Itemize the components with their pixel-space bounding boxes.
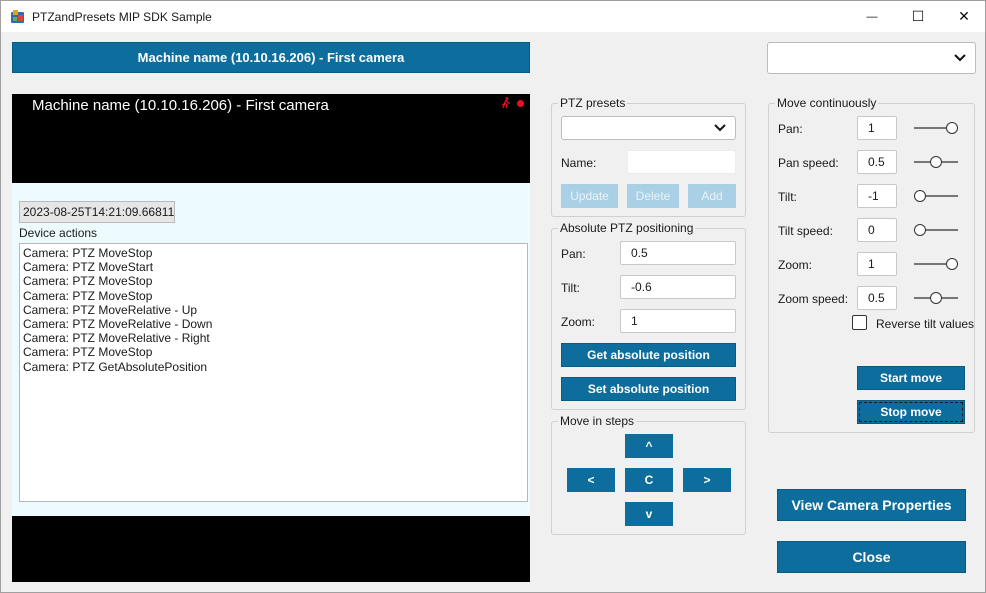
camera-select-button[interactable]: Machine name (10.10.16.206) - First came… [12,42,530,73]
video-title: Machine name (10.10.16.206) - First came… [32,97,329,114]
preset-name-label: Name: [561,156,597,170]
slider-thumb[interactable] [914,190,926,202]
title-bar: PTZandPresets MIP SDK Sample — ☐ ✕ [1,1,985,32]
step-center-button[interactable]: C [625,468,673,492]
slider-thumb[interactable] [946,258,958,270]
cont-pan-speed-slider[interactable] [914,155,958,169]
reverse-tilt-label: Reverse tilt values [876,317,975,331]
update-button[interactable]: Update [561,184,618,208]
list-item[interactable]: Camera: PTZ MoveStop [23,246,524,260]
cont-tilt-speed-input[interactable]: 0 [857,218,897,242]
abs-tilt-input[interactable]: -0.6 [620,275,736,299]
delete-button[interactable]: Delete [627,184,679,208]
recording-indicator [517,100,524,107]
list-item[interactable]: Camera: PTZ MoveRelative - Right [23,331,524,345]
add-button[interactable]: Add [688,184,736,208]
abs-zoom-input[interactable]: 1 [620,309,736,333]
cont-tilt-input[interactable]: -1 [857,184,897,208]
close-button[interactable]: Close [777,541,966,573]
device-actions-label: Device actions [19,226,98,240]
cont-pan-slider[interactable] [914,121,958,135]
step-up-button[interactable]: ^ [625,434,673,458]
reverse-tilt-checkbox[interactable] [852,315,867,330]
minimize-button[interactable]: — [849,1,895,32]
move-continuously-title: Move continuously [775,96,879,110]
maximize-icon: ☐ [911,8,925,24]
app-icon [11,10,24,23]
cont-tilt-slider[interactable] [914,189,958,203]
cont-zoom-speed-label: Zoom speed: [778,292,849,306]
cont-zoom-slider[interactable] [914,257,958,271]
chevron-down-icon [954,54,966,62]
abs-zoom-label: Zoom: [561,315,596,329]
abs-tilt-label: Tilt: [561,281,580,295]
list-item[interactable]: Camera: PTZ MoveStop [23,289,524,303]
step-right-button[interactable]: > [683,468,731,492]
motion-indicator-icon [501,97,510,109]
app-window: PTZandPresets MIP SDK Sample — ☐ ✕ Machi… [0,0,986,593]
list-item[interactable]: Camera: PTZ MoveStop [23,345,524,359]
cont-tilt-speed-label: Tilt speed: [778,224,833,238]
start-move-button[interactable]: Start move [857,366,965,390]
get-absolute-position-button[interactable]: Get absolute position [561,343,736,367]
view-camera-properties-button[interactable]: View Camera Properties [777,489,966,521]
absolute-ptz-title: Absolute PTZ positioning [558,221,696,235]
stop-move-button[interactable]: Stop move [857,400,965,424]
cont-pan-speed-label: Pan speed: [778,156,839,170]
preset-name-input[interactable] [627,150,736,174]
cont-pan-speed-input[interactable]: 0.5 [857,150,897,174]
slider-thumb[interactable] [930,156,942,168]
list-item[interactable]: Camera: PTZ GetAbsolutePosition [23,360,524,374]
cont-tilt-speed-slider[interactable] [914,223,958,237]
device-actions-panel: 2023-08-25T14:21:09.66811. Device action… [12,183,530,516]
cont-pan-input[interactable]: 1 [857,116,897,140]
window-title: PTZandPresets MIP SDK Sample [32,10,212,24]
cont-zoom-input[interactable]: 1 [857,252,897,276]
cont-pan-label: Pan: [778,122,803,136]
cont-tilt-label: Tilt: [778,190,797,204]
list-item[interactable]: Camera: PTZ MoveRelative - Down [23,317,524,331]
top-right-dropdown[interactable] [767,42,976,74]
close-icon: ✕ [958,8,970,24]
maximize-button[interactable]: ☐ [895,1,941,32]
slider-thumb[interactable] [914,224,926,236]
set-absolute-position-button[interactable]: Set absolute position [561,377,736,401]
ptz-presets-title: PTZ presets [558,96,628,110]
timestamp-field: 2023-08-25T14:21:09.66811. [19,201,175,223]
step-left-button[interactable]: < [567,468,615,492]
move-in-steps-title: Move in steps [558,414,637,428]
cont-zoom-speed-slider[interactable] [914,291,958,305]
list-item[interactable]: Camera: PTZ MoveStart [23,260,524,274]
close-window-button[interactable]: ✕ [941,1,986,32]
list-item[interactable]: Camera: PTZ MoveStop [23,274,524,288]
video-viewer[interactable]: Machine name (10.10.16.206) - First came… [12,94,530,582]
slider-thumb[interactable] [930,292,942,304]
list-item[interactable]: Camera: PTZ MoveRelative - Up [23,303,524,317]
cont-zoom-label: Zoom: [778,258,813,272]
cont-zoom-speed-input[interactable]: 0.5 [857,286,897,310]
step-down-button[interactable]: v [625,502,673,526]
chevron-down-icon [714,124,726,132]
preset-dropdown[interactable] [561,116,736,140]
abs-pan-label: Pan: [561,247,586,261]
slider-thumb[interactable] [946,122,958,134]
device-actions-list[interactable]: Camera: PTZ MoveStop Camera: PTZ MoveSta… [19,243,528,502]
abs-pan-input[interactable]: 0.5 [620,241,736,265]
minimize-icon: — [866,10,878,23]
